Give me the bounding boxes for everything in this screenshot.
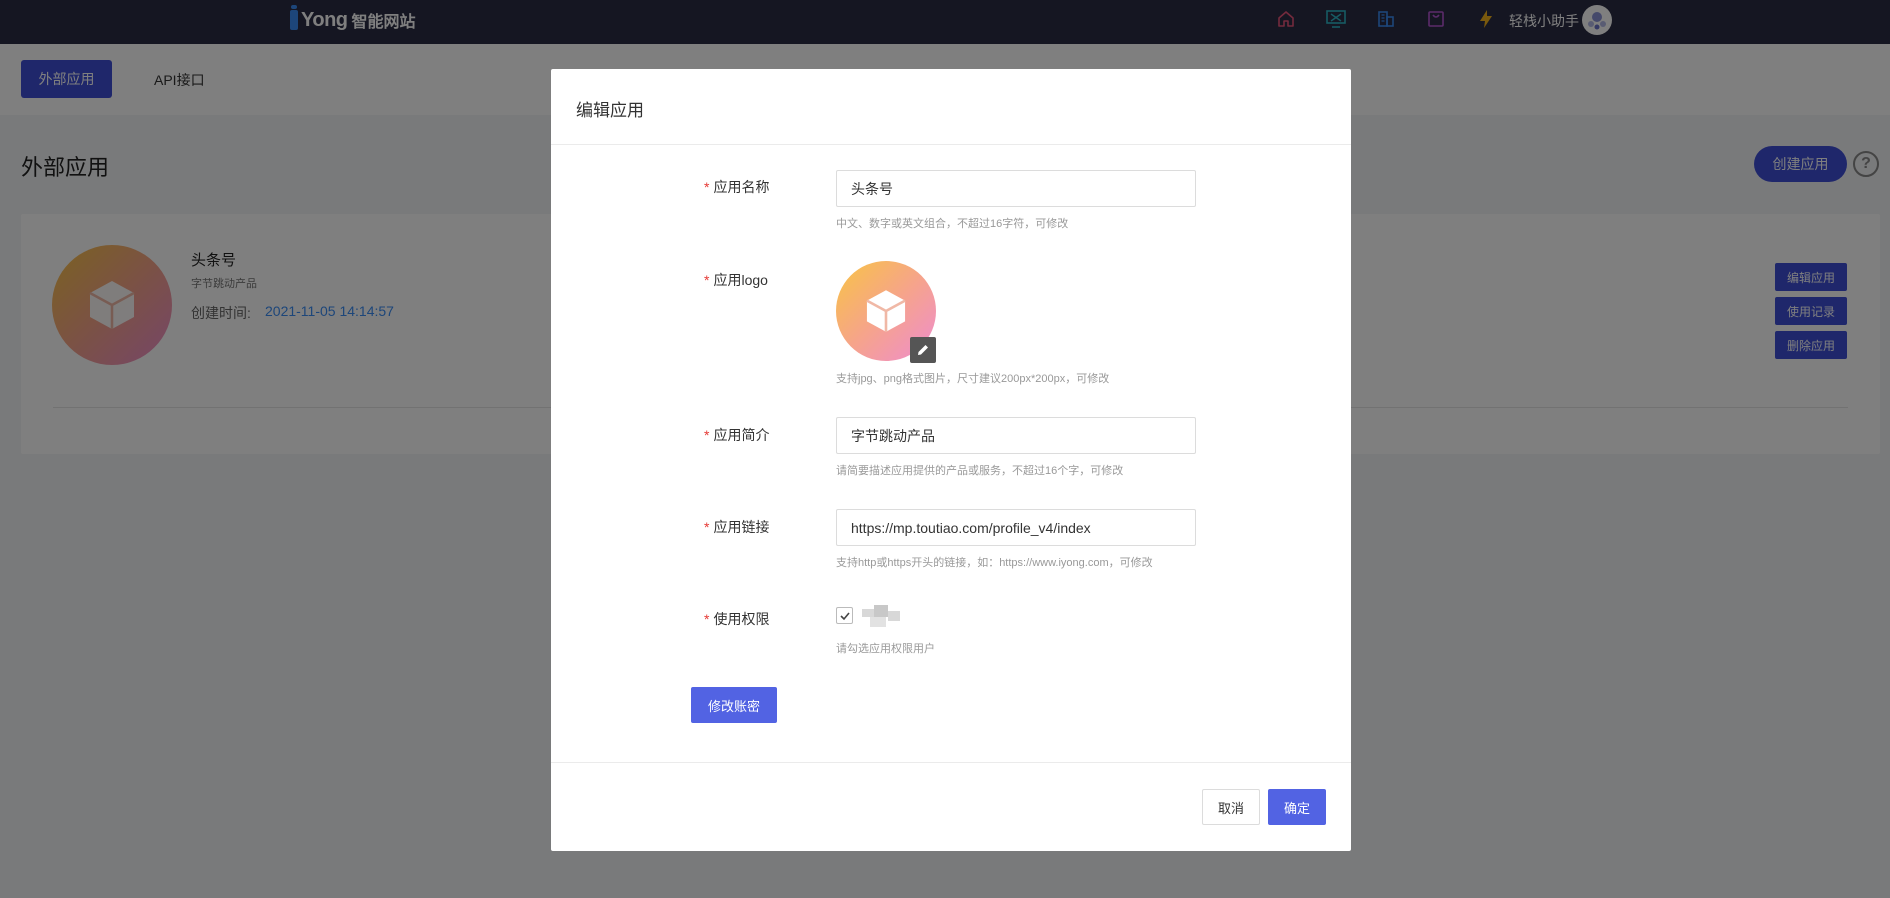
app-name-label: * 应用名称 — [704, 177, 824, 197]
app-name-hint: 中文、数字或英文组合，不超过16字符，可修改 — [836, 218, 1069, 230]
app-logo-hint: 支持jpg、png格式图片，尺寸建议200px*200px，可修改 — [836, 373, 1110, 385]
app-intro-label: * 应用简介 — [704, 425, 824, 445]
dialog-title: 编辑应用 — [576, 101, 644, 120]
app-name-input[interactable]: 头条号 — [836, 170, 1196, 207]
app-logo-label: * 应用logo — [704, 270, 824, 290]
permission-checkbox[interactable] — [836, 607, 853, 624]
app-link-input[interactable]: https://mp.toutiao.com/profile_v4/index — [836, 509, 1196, 546]
confirm-button[interactable]: 确定 — [1268, 789, 1326, 825]
app-link-label: * 应用链接 — [704, 517, 824, 537]
pencil-icon[interactable] — [910, 337, 936, 363]
app-intro-label-text: 应用简介 — [713, 427, 770, 443]
app-logo-label-text: 应用logo — [713, 272, 768, 288]
cube-icon — [866, 290, 906, 332]
permission-label: * 使用权限 — [704, 609, 824, 629]
app-name-label-text: 应用名称 — [713, 179, 770, 195]
required-mark: * — [704, 519, 710, 535]
required-mark: * — [704, 179, 710, 195]
permission-user-blurred — [862, 605, 902, 629]
permission-hint: 请勾选应用权限用户 — [836, 643, 935, 655]
required-mark: * — [704, 611, 710, 627]
required-mark: * — [704, 427, 710, 443]
permission-label-text: 使用权限 — [713, 611, 770, 627]
dialog-footer-divider — [551, 762, 1351, 763]
app-intro-hint: 请简要描述应用提供的产品或服务，不超过16个字，可修改 — [836, 465, 1124, 477]
cancel-button[interactable]: 取消 — [1202, 789, 1260, 825]
dialog-header-divider — [551, 144, 1351, 145]
edit-app-dialog: 编辑应用 * 应用名称 头条号 中文、数字或英文组合，不超过16字符，可修改 * 应… — [551, 69, 1351, 851]
app-link-hint: 支持http或https开头的链接，如：https://www.iyong.co… — [836, 557, 1153, 569]
app-intro-input[interactable]: 字节跳动产品 — [836, 417, 1196, 454]
change-account-button[interactable]: 修改账密 — [691, 687, 777, 723]
required-mark: * — [704, 272, 710, 288]
check-icon — [839, 611, 850, 620]
app-link-label-text: 应用链接 — [713, 519, 770, 535]
